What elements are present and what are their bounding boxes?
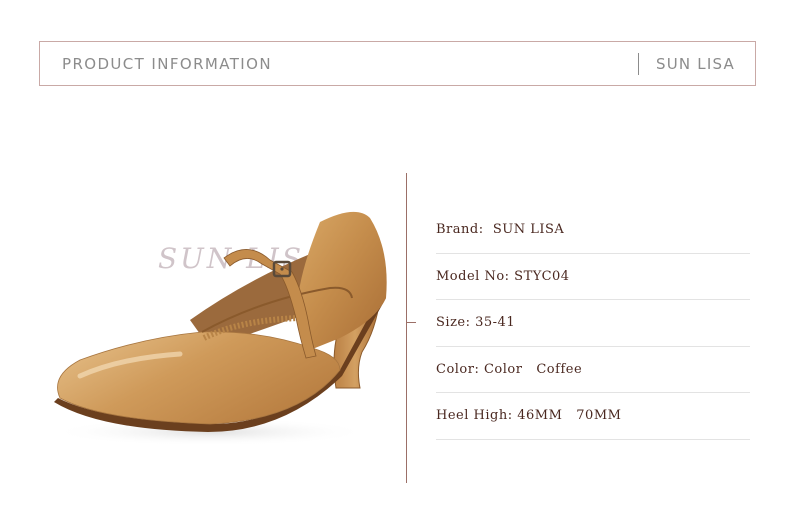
header-title: PRODUCT INFORMATION xyxy=(62,55,272,73)
header-brand: SUN LISA xyxy=(656,55,735,73)
spec-size: Size: 35-41 xyxy=(436,300,750,347)
shoe-image: SUN LISA xyxy=(50,211,387,446)
divider-tick xyxy=(406,322,416,323)
spec-heel-height: Heel High: 46MM 70MM xyxy=(436,393,750,440)
spec-color: Color: Color Coffee xyxy=(436,347,750,393)
specs-list: Brand: SUN LISA Model No: STYC04 Size: 3… xyxy=(436,207,750,440)
header-divider xyxy=(638,53,639,75)
spec-model: Model No: STYC04 xyxy=(436,254,750,300)
shoe-toe xyxy=(57,331,341,425)
spec-brand: Brand: SUN LISA xyxy=(436,207,750,254)
product-information-header: PRODUCT INFORMATION SUN LISA xyxy=(39,41,756,86)
vertical-divider xyxy=(406,173,407,483)
